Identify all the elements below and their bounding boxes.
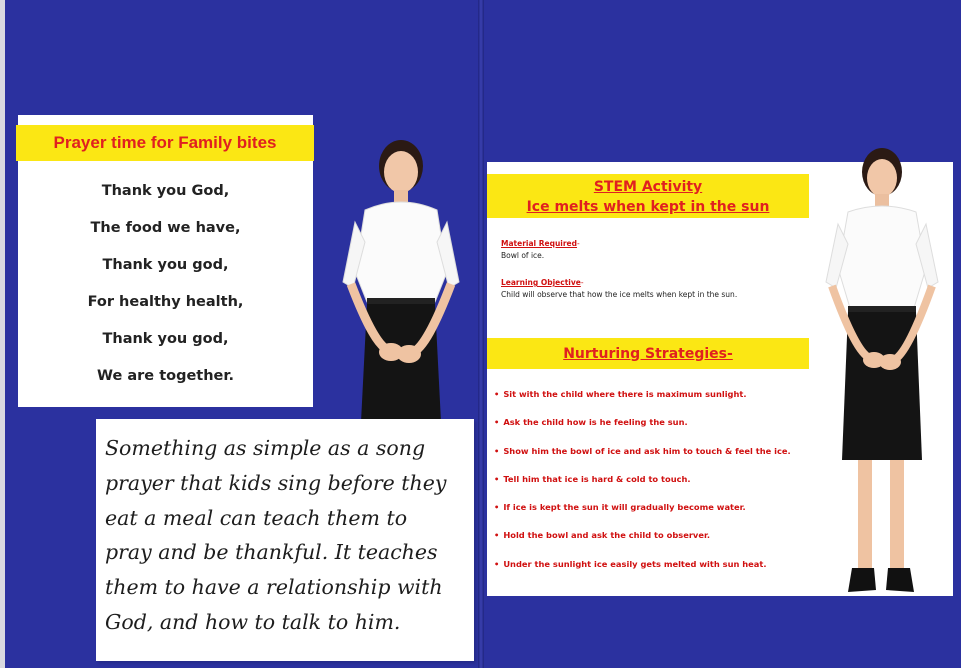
prayer-line: The food we have, (90, 220, 241, 236)
prayer-line: Thank you god, (102, 331, 229, 347)
note-card: Something as simple as a song prayer tha… (96, 419, 474, 661)
strategy-item: Show him the bowl of ice and ask him to … (494, 446, 839, 474)
stem-title-line1: STEM Activity (593, 179, 703, 195)
material-block: Material Required- Bowl of ice. (501, 239, 580, 260)
objective-text: Child will observe that how the ice melt… (501, 290, 738, 299)
note-line: eat a meal can teach them to (105, 505, 408, 530)
prayer-line: Thank you God, (101, 183, 230, 199)
prayer-line: We are together. (97, 368, 234, 384)
woman-figure-left (335, 132, 467, 422)
prayer-title: Prayer time for Family bites (16, 125, 314, 161)
stem-title: STEM Activity Ice melts when kept in the… (487, 174, 809, 218)
note-line: God, and how to talk to him. (105, 609, 401, 634)
material-text: Bowl of ice. (501, 251, 545, 260)
prayer-line: Thank you god, (102, 257, 229, 273)
strategy-list: Sit with the child where there is maximu… (494, 389, 839, 587)
note-line: Something as simple as a song (105, 436, 426, 460)
note-line: pray and be thankful. It teaches (105, 540, 438, 565)
note-line: prayer that kids sing before they (105, 470, 447, 495)
prayer-lines: Thank you God, The food we have, Thank y… (18, 177, 313, 399)
nurturing-title: Nurturing Strategies- (487, 338, 809, 369)
objective-label: Learning Objective (501, 278, 581, 287)
strategy-item: Under the sunlight ice easily gets melte… (494, 559, 839, 587)
book-spine (478, 0, 484, 668)
note-text: Something as simple as a song prayer tha… (105, 431, 467, 640)
objective-block: Learning Objective- Child will observe t… (501, 278, 738, 299)
strategy-item: Sit with the child where there is maximu… (494, 389, 839, 417)
strategy-item: Tell him that ice is hard & cold to touc… (494, 474, 839, 502)
woman-figure-right (818, 148, 946, 596)
prayer-card: Prayer time for Family bites Thank you G… (16, 115, 314, 407)
note-line: them to have a relationship with (105, 575, 443, 600)
strategy-item: Ask the child how is he feeling the sun. (494, 417, 839, 445)
stem-title-line2: Ice melts when kept in the sun (526, 199, 770, 215)
strategy-item: If ice is kept the sun it will gradually… (494, 502, 839, 530)
strategy-item: Hold the bowl and ask the child to obser… (494, 530, 839, 558)
prayer-line: For healthy health, (87, 294, 244, 310)
nurturing-title-text: Nurturing Strategies- (563, 345, 733, 362)
material-label: Material Required (501, 239, 578, 248)
